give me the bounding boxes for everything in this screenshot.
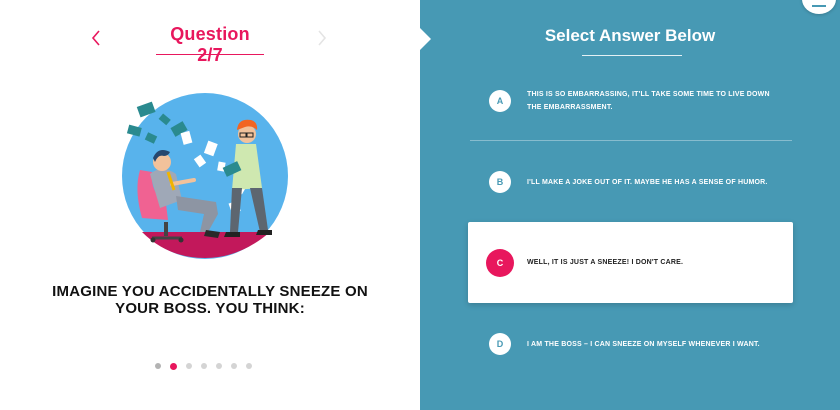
question-panel: Question 2/7 IMAGINE YOU ACCIDENTALLY SN… bbox=[0, 0, 420, 410]
next-question-button[interactable] bbox=[312, 26, 332, 50]
answer-option-d[interactable]: D I AM THE BOSS – I CAN SNEEZE ON MYSELF… bbox=[468, 330, 793, 358]
progress-dot[interactable] bbox=[186, 363, 192, 369]
answer-option-b[interactable]: B I'LL MAKE A JOKE OUT OF IT. MAYBE HE H… bbox=[468, 168, 793, 196]
answer-text: WELL, IT IS JUST A SNEEZE! I DON'T CARE. bbox=[527, 259, 684, 266]
prev-question-button[interactable] bbox=[86, 26, 106, 50]
panel-pointer bbox=[420, 28, 431, 50]
answer-option-a[interactable]: A THIS IS SO EMBARRASSING, IT'LL TAKE SO… bbox=[468, 82, 793, 120]
answer-text: I'LL MAKE A JOKE OUT OF IT. MAYBE HE HAS… bbox=[527, 178, 768, 186]
question-counter: Question 2/7 bbox=[170, 24, 250, 65]
sneeze-illustration bbox=[122, 93, 288, 259]
answer-divider bbox=[470, 140, 792, 141]
progress-dot-current[interactable] bbox=[170, 362, 177, 370]
progress-dots bbox=[155, 362, 252, 370]
answer-option-c[interactable]: C WELL, IT IS JUST A SNEEZE! I DON'T CAR… bbox=[468, 222, 793, 303]
answers-title: Select Answer Below bbox=[420, 26, 840, 46]
answer-letter: B bbox=[489, 171, 511, 193]
answer-letter: D bbox=[489, 333, 511, 355]
menu-icon bbox=[812, 5, 826, 7]
progress-dot[interactable] bbox=[155, 363, 161, 369]
progress-dot[interactable] bbox=[201, 363, 207, 369]
answers-title-underline bbox=[582, 55, 682, 56]
progress-dot[interactable] bbox=[231, 363, 237, 369]
answers-title-text: Select Answer Below bbox=[544, 26, 716, 45]
chevron-left-icon bbox=[91, 30, 100, 46]
question-text: IMAGINE YOU ACCIDENTALLY SNEEZE ON YOUR … bbox=[52, 283, 368, 317]
answer-letter: A bbox=[489, 90, 511, 112]
chevron-right-icon bbox=[318, 30, 327, 46]
progress-dot[interactable] bbox=[246, 363, 252, 369]
answer-text: THIS IS SO EMBARRASSING, IT'LL TAKE SOME… bbox=[527, 91, 770, 111]
answer-letter-selected: C bbox=[486, 248, 514, 277]
progress-dot[interactable] bbox=[216, 363, 222, 369]
answer-text: I AM THE BOSS – I CAN SNEEZE ON MYSELF W… bbox=[527, 340, 760, 348]
question-counter-underline bbox=[156, 54, 264, 55]
